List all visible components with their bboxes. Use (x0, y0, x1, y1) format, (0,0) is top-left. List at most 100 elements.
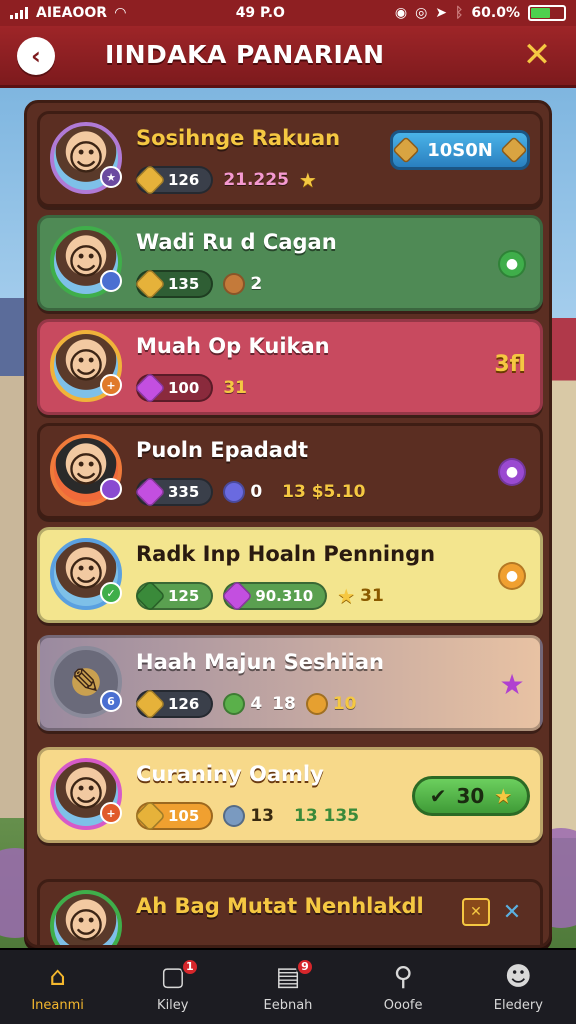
star-icon: ★ (298, 168, 317, 192)
nav-list[interactable]: ▤ 9 Eebnah (238, 957, 338, 1013)
profile-icon: ☻ (504, 961, 532, 992)
ticket-icon (392, 136, 420, 164)
bluetooth-icon: ᛒ (455, 5, 464, 21)
purple-gem-icon (134, 372, 166, 404)
buy-button[interactable]: ✔ 30 ★ (412, 776, 530, 816)
player-name: Haah Majun Seshiian (136, 650, 384, 674)
purple-gem-icon (221, 580, 254, 612)
bonus-value: 31 (223, 378, 247, 398)
score-value: 21.225 (223, 170, 289, 190)
nav-search[interactable]: ⚲ Ooofe (353, 962, 453, 1013)
close-icon: ✕ (522, 35, 552, 75)
avatar: ☺ + (50, 330, 122, 402)
list-item[interactable]: ☺ + Muah Op Kuikan 100 31 3fl (37, 319, 543, 415)
level-badge-icon (100, 270, 122, 292)
gold-stat: 105 (134, 800, 214, 832)
green-gem-icon (134, 580, 166, 612)
status-icon[interactable]: ● (498, 458, 526, 486)
back-button[interactable]: ‹ (17, 37, 55, 75)
checkbox-icon[interactable]: ✕ (462, 898, 490, 926)
status-bar: AIEAOOR ◠ 49 P.O ◉ ◎ ➤ ᛒ 60.0% (0, 0, 576, 26)
player-name: Radk Inp Hoaln Penningn (136, 542, 436, 566)
alarm-icon: ◉ (394, 5, 408, 21)
silver-coin-icon (223, 805, 246, 827)
side-value: 3fl (494, 352, 526, 377)
status-icon[interactable]: ● (498, 250, 526, 278)
bottom-nav: ⌂ Ineanmi ▢ 1 Kiley ▤ 9 Eebnah ⚲ Ooofe ☻… (0, 948, 576, 1024)
eye-icon: ◎ (415, 5, 428, 21)
player-name: Curaniny Oamly (136, 762, 324, 786)
status-icon[interactable]: ● (498, 562, 526, 590)
gold-stat: 135 (134, 268, 214, 300)
star-badge-icon[interactable]: ★ (498, 668, 526, 701)
player-name: Sosihnge Rakuan (136, 126, 341, 150)
avatar: ☺ (50, 434, 122, 506)
avatar: ☺ ★ (50, 122, 122, 194)
level-badge-icon: + (100, 374, 122, 396)
check-icon: ✔ (429, 784, 447, 808)
gold-gem-icon (134, 268, 166, 300)
gold-gem-icon (134, 800, 166, 832)
player-name: Wadi Ru d Cagan (136, 230, 337, 254)
gold-gem-icon (134, 164, 166, 196)
close-button[interactable]: ✕ (518, 36, 556, 74)
bronze-coin-icon (223, 273, 246, 295)
avatar: ☺ (50, 890, 122, 945)
notification-badge: 9 (295, 957, 314, 976)
orb-stat: 0 (223, 481, 262, 503)
search-icon: ⚲ (393, 961, 413, 992)
signal-icon (10, 7, 28, 19)
check-badge-icon: ✓ (100, 582, 122, 604)
app-header: ‹ IINDAKA PANARIAN ✕ (0, 26, 576, 88)
rank-badge-icon: ★ (100, 166, 122, 188)
coin-stat: 13 (223, 805, 274, 827)
nav-profile[interactable]: ☻ Eledery (468, 962, 568, 1013)
battery-percent: 60.0% (471, 5, 520, 21)
coin-stat: 2 (223, 273, 262, 295)
avatar: ☺ (50, 226, 122, 298)
location-icon: ➤ (435, 5, 448, 21)
purple-gem-icon (134, 476, 166, 508)
home-icon: ⌂ (49, 961, 66, 992)
battery-icon (528, 5, 566, 21)
star-icon: ★ (494, 784, 513, 808)
wifi-icon: ◠ (115, 5, 126, 21)
avatar: ✎ 6 (50, 646, 122, 718)
gem-stat: 90.310 (221, 580, 328, 612)
player-name: Puoln Epadadt (136, 438, 309, 462)
money-value: 13 $5.10 (282, 482, 366, 502)
star-stat: ★ 31 (337, 584, 384, 608)
star-icon: ★ (337, 584, 356, 608)
list-item[interactable]: ☺ Wadi Ru d Cagan 135 2 ● (37, 215, 543, 311)
blue-orb-icon (223, 481, 246, 503)
reward-stat: 10 (305, 693, 357, 715)
gold-stat: 126 (134, 688, 214, 720)
close-icon[interactable]: ✕ (498, 898, 526, 926)
green-shield-icon (223, 693, 246, 715)
level-badge-icon (100, 478, 122, 500)
list-item[interactable]: ☺ + Curaniny Oamly 105 13 13 135 ✔ 30 ★ (37, 747, 543, 843)
list-item[interactable]: ☺ Puoln Epadadt 335 0 13 $5.10 ● (37, 423, 543, 519)
list-item[interactable]: ☺ ✓ Radk Inp Hoaln Penningn 125 90.310 ★ 3… (37, 527, 543, 623)
gold-gem-icon (134, 688, 166, 720)
list-item[interactable]: ☺ ★ Sosihnge Rakuan 126 21.225 ★ 10S0N (37, 111, 543, 207)
ticket-icon-right (500, 136, 528, 164)
cost-button[interactable]: 10S0N (390, 130, 530, 170)
list-item[interactable]: ✎ 6 Haah Majun Seshiian 126 4 18 10 ★ (37, 635, 543, 731)
level-badge-icon: 6 (100, 690, 122, 712)
nav-home[interactable]: ⌂ Ineanmi (8, 962, 108, 1013)
money-value: 13 135 (293, 806, 360, 826)
leaderboard-panel: ☺ ★ Sosihnge Rakuan 126 21.225 ★ 10S0N ☺ … (24, 100, 552, 948)
nav-chat[interactable]: ▢ 1 Kiley (123, 957, 223, 1013)
avatar: ☺ + (50, 758, 122, 830)
gem-stat: 100 (134, 372, 214, 404)
gold-stat: 125 (134, 580, 214, 612)
extra-stat: 18 (272, 694, 296, 714)
gem-stat: 335 (134, 476, 214, 508)
list-item[interactable]: ☺ Ah Bag Mutat Nenhlakdl ✕ ✕ (37, 879, 543, 945)
gold-stat: 126 (134, 164, 214, 196)
notification-badge: 1 (180, 957, 199, 976)
player-name: Muah Op Kuikan (136, 334, 330, 358)
level-badge-icon: + (100, 802, 122, 824)
page-title: IINDAKA PANARIAN (105, 40, 385, 69)
